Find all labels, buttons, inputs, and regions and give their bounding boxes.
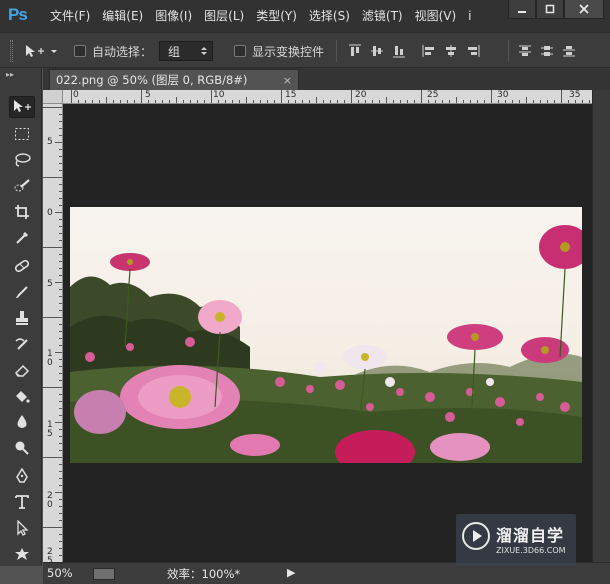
menu-file[interactable]: 文件(F) — [44, 0, 96, 32]
restore-button[interactable] — [536, 0, 564, 19]
align-bottom-icon[interactable] — [388, 40, 410, 62]
options-separator-2 — [508, 33, 509, 69]
play-logo-icon — [462, 522, 490, 550]
menu-select[interactable]: 选择(S) — [303, 0, 356, 32]
document-tab-bar: 022.png @ 50% (图层 0, RGB/8#) × — [43, 68, 610, 90]
eraser-tool-icon[interactable] — [9, 359, 35, 381]
restore-icon — [545, 4, 555, 14]
watermark-url: ZIXUE.3D66.COM — [496, 546, 566, 555]
move-tool-icon[interactable] — [9, 96, 35, 118]
options-separator — [336, 33, 337, 69]
ruler-top-label: 25 — [427, 90, 439, 100]
history-brush-tool-icon[interactable] — [9, 333, 35, 355]
pen-tool-icon[interactable] — [9, 465, 35, 487]
document-tab[interactable]: 022.png @ 50% (图层 0, RGB/8#) × — [49, 69, 299, 90]
menu-layer[interactable]: 图层(L) — [198, 0, 250, 32]
menu-view[interactable]: 视图(V) — [409, 0, 463, 32]
menu-filter[interactable]: 滤镜(T) — [356, 0, 409, 32]
options-grip — [10, 33, 13, 69]
ruler-top-label: 0 — [73, 90, 79, 100]
close-button[interactable] — [564, 0, 604, 19]
crop-tool-icon[interactable] — [9, 201, 35, 223]
menu-bar: Ps 文件(F) 编辑(E) 图像(I) 图层(L) 类型(Y) 选择(S) 滤… — [0, 0, 610, 32]
lasso-tool-icon[interactable] — [9, 149, 35, 171]
vertical-scrollbar[interactable] — [592, 90, 610, 562]
minimize-icon — [518, 11, 526, 13]
document-canvas[interactable] — [63, 104, 592, 562]
efficiency-readout: 效率：100%* — [167, 567, 241, 581]
menu-edit[interactable]: 编辑(E) — [96, 0, 149, 32]
show-transform-label: 显示变换控件 — [252, 44, 325, 59]
ruler-left-label: 5 — [47, 137, 53, 147]
distribute-top-icon[interactable] — [514, 40, 536, 62]
ruler-top-label: 10 — [213, 90, 225, 100]
eyedropper-tool-icon[interactable] — [9, 227, 35, 249]
dodge-tool-icon[interactable] — [9, 437, 35, 459]
align-top-icon[interactable] — [344, 40, 366, 62]
blur-tool-icon[interactable] — [9, 411, 35, 433]
ruler-top-label: 30 — [497, 90, 509, 100]
tools-panel: ▸▸ — [0, 68, 42, 566]
photoshop-logo: Ps — [8, 5, 28, 24]
minimize-button[interactable] — [508, 0, 536, 19]
cosmos-flower-photo — [70, 207, 582, 463]
tool-preset-picker[interactable] — [24, 33, 58, 69]
watermark: 溜溜自学 ZIXUE.3D66.COM — [456, 514, 576, 566]
pink-cosmos-large — [120, 365, 240, 429]
auto-select-checkbox[interactable] — [74, 33, 86, 69]
marquee-tool-icon[interactable] — [9, 123, 35, 145]
ruler-top-label: 5 — [145, 90, 151, 100]
menu-type[interactable]: 类型(Y) — [250, 0, 303, 32]
menu-image[interactable]: 图像(I) — [149, 0, 198, 32]
main-menu: 文件(F) 编辑(E) 图像(I) 图层(L) 类型(Y) 选择(S) 滤镜(T… — [44, 0, 478, 32]
type-tool-icon[interactable] — [9, 491, 35, 513]
ruler-left-label: 1 5 — [47, 420, 53, 439]
collapse-panel-icon[interactable]: ▸▸ — [6, 70, 14, 79]
menu-overflow[interactable]: i — [462, 0, 477, 32]
ruler-top-label: 35 — [569, 90, 581, 100]
ruler-left-label: 5 — [47, 279, 53, 289]
move-tool-icon — [26, 45, 57, 57]
healing-brush-tool-icon[interactable] — [9, 255, 35, 277]
ruler-top-label: 20 — [355, 90, 367, 100]
ruler-left-label: 0 — [47, 208, 53, 218]
align-vcenter-icon[interactable] — [366, 40, 388, 62]
document-tab-title: 022.png @ 50% (图层 0, RGB/8#) — [56, 73, 248, 87]
align-left-icon[interactable] — [418, 40, 440, 62]
clone-stamp-tool-icon[interactable] — [9, 307, 35, 329]
quick-selection-tool-icon[interactable] — [9, 175, 35, 197]
auto-select-target-value: 组 — [168, 44, 181, 59]
zoom-level-field[interactable]: 50% — [47, 566, 73, 580]
path-selection-tool-icon[interactable] — [9, 517, 35, 539]
watermark-title: 溜溜自学 — [496, 526, 565, 545]
ruler-top-label: 15 — [285, 90, 297, 100]
close-icon — [579, 4, 589, 14]
align-icons-group — [344, 33, 484, 69]
document-info-icon[interactable] — [93, 568, 115, 580]
brush-tool-icon[interactable] — [9, 281, 35, 303]
auto-select-target-dropdown[interactable]: 组 — [159, 33, 213, 69]
paint-bucket-tool-icon[interactable] — [9, 385, 35, 407]
distribute-bottom-icon[interactable] — [558, 40, 580, 62]
distribute-icons-group — [514, 33, 580, 69]
options-bar: 自动选择： 组 显示变换控件 — [0, 32, 610, 68]
vertical-ruler[interactable]: 5 0 5 1 0 1 5 2 0 2 5 — [43, 104, 63, 562]
auto-select-label: 自动选择： — [92, 44, 153, 59]
show-transform-checkbox[interactable] — [234, 33, 246, 69]
ruler-left-label: 1 0 — [47, 349, 53, 368]
status-menu-arrow-icon[interactable]: ▶ — [287, 566, 295, 579]
align-hcenter-icon[interactable] — [440, 40, 462, 62]
window-controls — [508, 0, 604, 19]
distribute-vcenter-icon[interactable] — [536, 40, 558, 62]
custom-shape-tool-icon[interactable] — [9, 543, 35, 565]
align-right-icon[interactable] — [462, 40, 484, 62]
ruler-left-label: 2 0 — [47, 491, 53, 510]
stepper-arrows-icon — [201, 47, 207, 55]
close-tab-icon[interactable]: × — [283, 74, 292, 87]
horizontal-ruler[interactable]: 0 5 10 15 20 25 30 35 — [63, 90, 592, 104]
ruler-left-label: 2 5 — [47, 547, 53, 563]
ruler-origin[interactable] — [43, 90, 63, 104]
